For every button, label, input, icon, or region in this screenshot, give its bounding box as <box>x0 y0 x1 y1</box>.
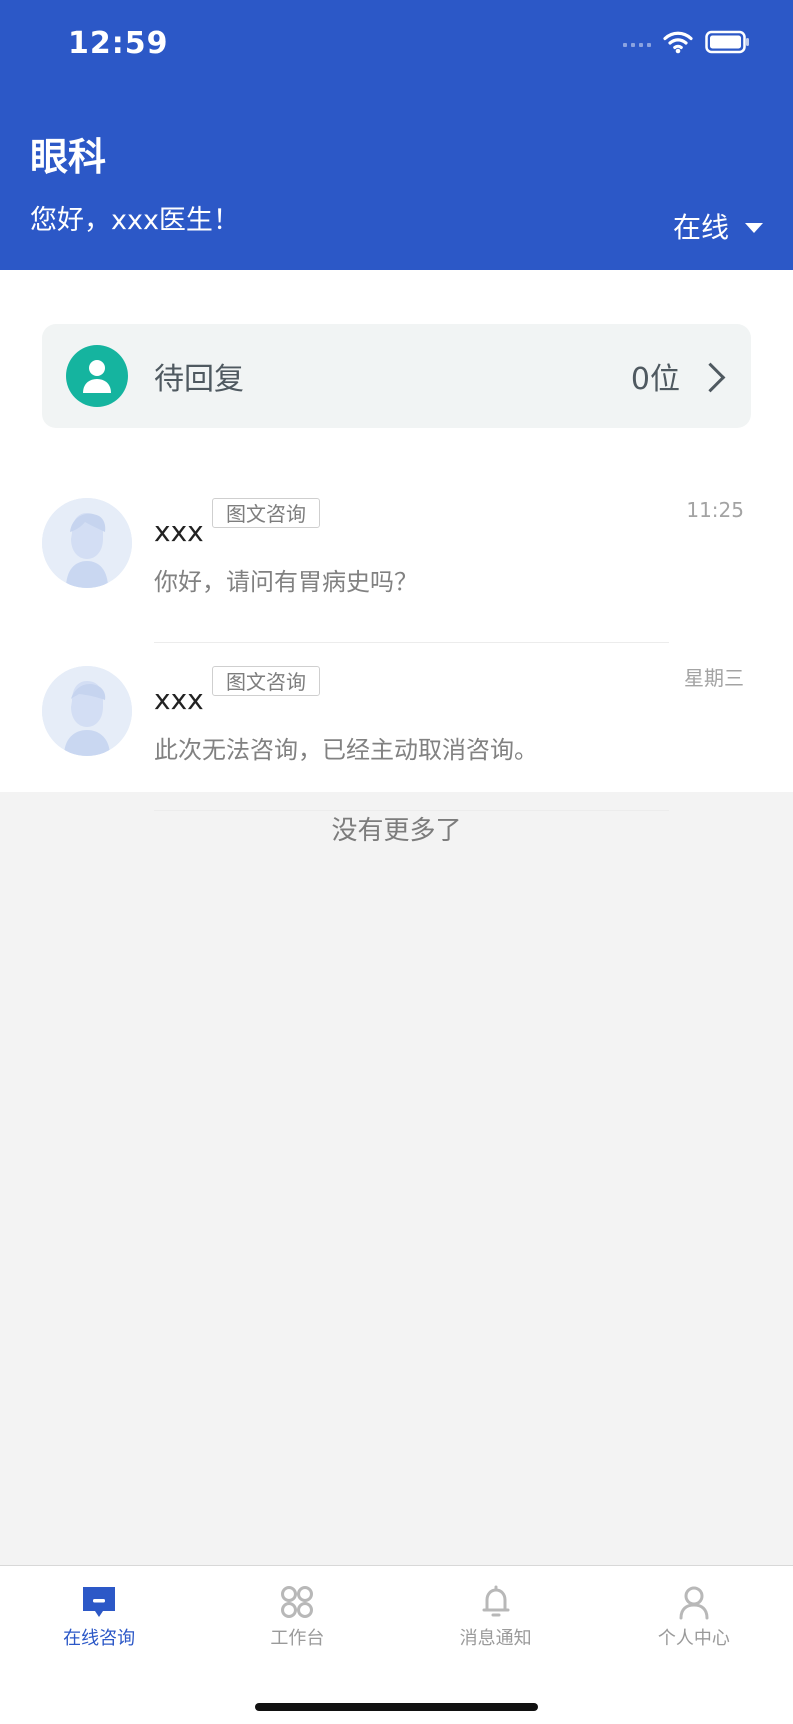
signal-icon <box>623 37 651 47</box>
chat-icon <box>79 1582 119 1622</box>
tab-label: 工作台 <box>270 1628 325 1649</box>
tab-online-consultation[interactable]: 在线咨询 <box>0 1582 198 1654</box>
doctor-greeting: 您好，xxx医生！ <box>30 205 240 236</box>
grid-icon <box>277 1582 317 1622</box>
header: 12:59 眼科 您好，xxx医生！ 在线 <box>0 0 793 270</box>
tab-label: 在线咨询 <box>63 1628 136 1649</box>
message-time: 11:25 <box>686 498 744 522</box>
patient-name: xxx <box>154 683 204 716</box>
bell-icon <box>476 1582 516 1622</box>
wifi-icon <box>663 30 693 54</box>
divider <box>154 642 669 643</box>
end-of-list-text: 没有更多了 <box>331 816 462 846</box>
online-status-dropdown[interactable]: 在线 <box>673 206 763 246</box>
tab-notifications[interactable]: 消息通知 <box>397 1582 595 1654</box>
tab-workbench[interactable]: 工作台 <box>198 1582 396 1654</box>
patient-avatar-icon <box>66 345 128 407</box>
status-time: 12:59 <box>68 26 169 61</box>
chat-list-item[interactable]: xxx 图文咨询 11:25 你好，请问有胃病史吗？ <box>0 476 793 644</box>
patient-avatar <box>42 498 132 588</box>
page-title: 眼科 <box>30 135 107 179</box>
consultation-type-badge: 图文咨询 <box>212 498 320 528</box>
message-time: 星期三 <box>684 666 744 690</box>
consultation-type-badge: 图文咨询 <box>212 666 320 696</box>
pending-reply-card[interactable]: 待回复 0位 <box>42 324 751 428</box>
status-icons <box>623 30 751 54</box>
message-preview: 此次无法咨询，已经主动取消咨询。 <box>154 736 538 764</box>
divider <box>154 810 669 811</box>
bottom-tab-bar: 在线咨询 工作台 消息通知 个人中心 <box>0 1565 793 1724</box>
chat-list-item[interactable]: xxx 图文咨询 星期三 此次无法咨询，已经主动取消咨询。 <box>0 644 793 812</box>
pending-reply-count: 0位 <box>630 362 680 397</box>
patient-avatar <box>42 666 132 756</box>
message-preview: 你好，请问有胃病史吗？ <box>154 568 418 596</box>
tab-profile[interactable]: 个人中心 <box>595 1582 793 1654</box>
pending-reply-label: 待回复 <box>154 362 244 397</box>
caret-down-icon <box>745 223 763 233</box>
tab-label: 消息通知 <box>459 1628 532 1649</box>
app-screen: 12:59 眼科 您好，xxx医生！ 在线 待回复 0位 xxx 图文咨询 11… <box>0 0 793 1724</box>
home-indicator <box>255 1703 538 1711</box>
online-status-label: 在线 <box>672 211 729 244</box>
patient-name: xxx <box>154 515 204 548</box>
consultation-list: 待回复 0位 xxx 图文咨询 11:25 你好，请问有胃病史吗？ xxx 图文… <box>0 270 793 811</box>
chevron-right-icon <box>695 362 726 392</box>
user-icon <box>674 1582 714 1622</box>
tab-label: 个人中心 <box>657 1628 730 1649</box>
battery-icon <box>705 30 751 54</box>
